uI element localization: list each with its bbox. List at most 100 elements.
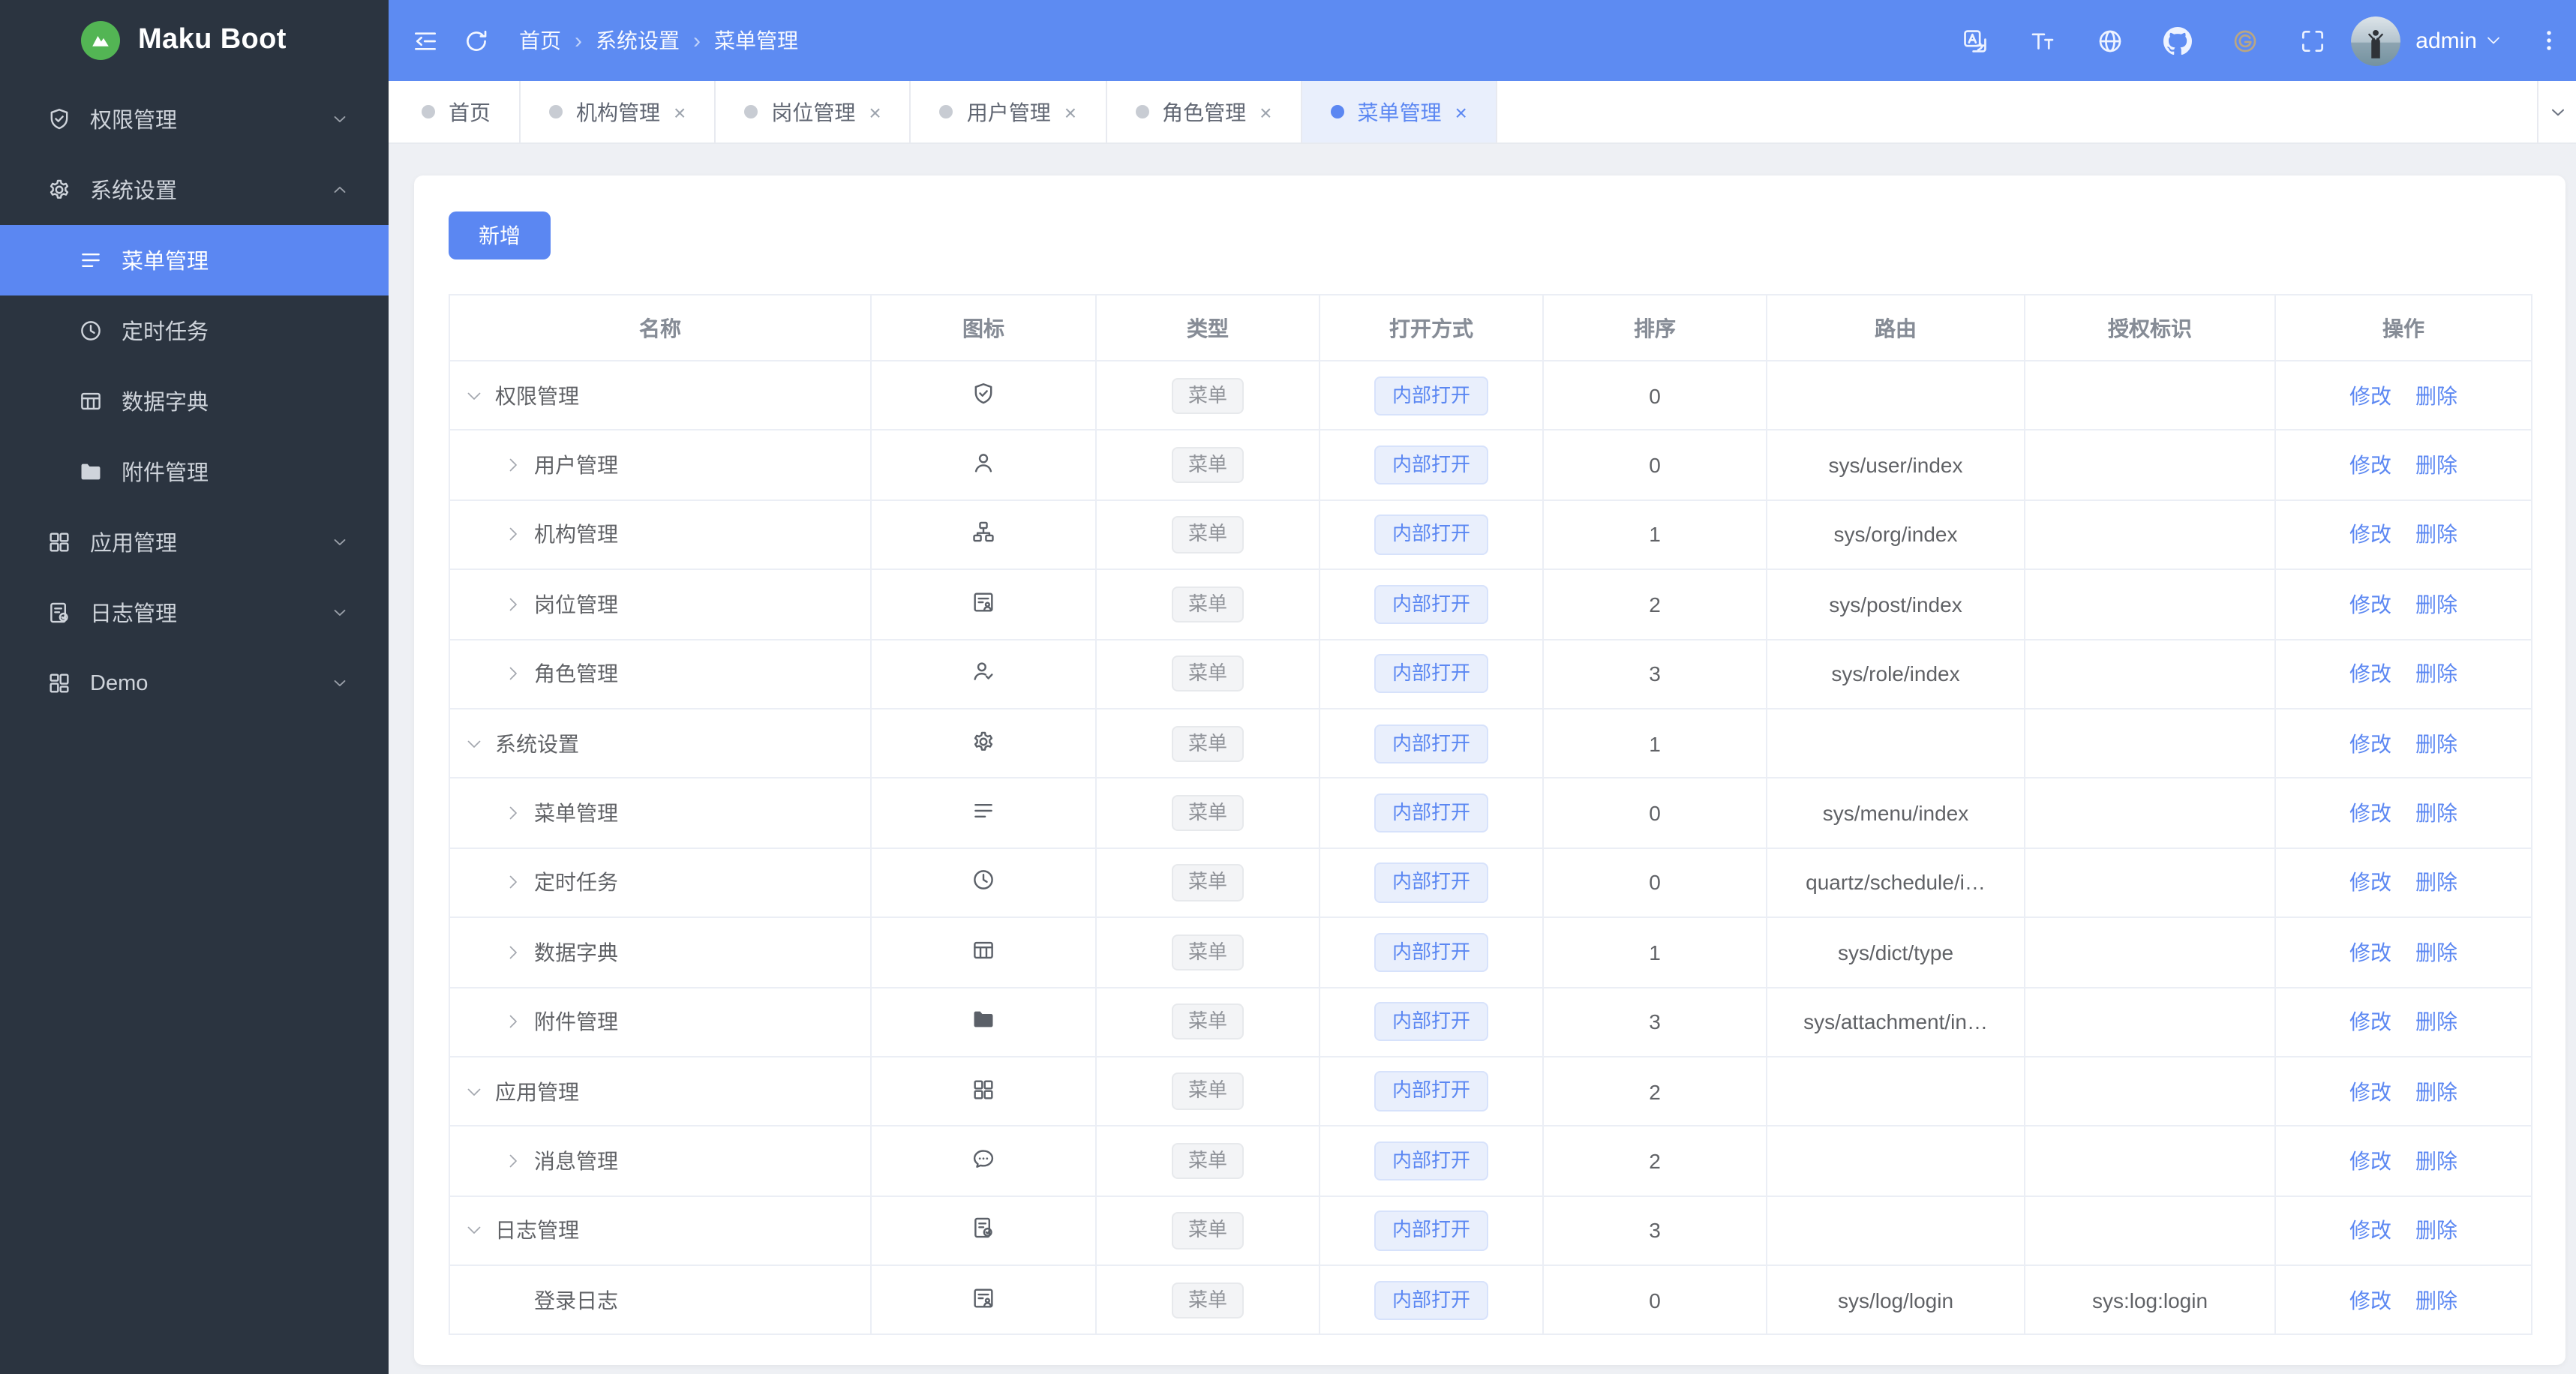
- delete-link[interactable]: 删除: [2415, 1288, 2457, 1312]
- sidebar-item-system[interactable]: 系统设置: [0, 154, 389, 225]
- delete-link[interactable]: 删除: [2415, 383, 2457, 407]
- expand-down-icon[interactable]: [465, 1222, 483, 1240]
- expand-right-icon[interactable]: [504, 665, 522, 683]
- column-header[interactable]: 名称: [449, 295, 872, 362]
- edit-link[interactable]: 修改: [2349, 453, 2391, 477]
- fullscreen-icon[interactable]: [2298, 26, 2327, 55]
- column-header[interactable]: 路由: [1767, 295, 2025, 362]
- delete-link[interactable]: 删除: [2415, 1010, 2457, 1034]
- sort-value: 0: [1543, 778, 1767, 849]
- breadcrumb-item[interactable]: 系统设置: [596, 26, 680, 56]
- font-size-icon[interactable]: [2028, 26, 2057, 55]
- github-icon[interactable]: [2163, 26, 2193, 55]
- tab-label: 机构管理: [576, 100, 660, 124]
- main-area: 首页 › 系统设置 › 菜单管理 admin 首页 机构管理 × 岗位管理 × …: [389, 0, 2576, 1374]
- edit-link[interactable]: 修改: [2349, 1288, 2391, 1312]
- expand-right-icon[interactable]: [504, 804, 522, 822]
- edit-link[interactable]: 修改: [2349, 731, 2391, 755]
- add-button[interactable]: 新增: [449, 212, 551, 260]
- tab-home[interactable]: 首页: [393, 81, 521, 142]
- translate-icon[interactable]: [1961, 26, 1989, 55]
- dict-table-icon: [971, 938, 996, 963]
- tab-close-icon[interactable]: ×: [1455, 101, 1467, 122]
- sidebar-item-schedule[interactable]: 定时任务: [0, 296, 389, 366]
- delete-link[interactable]: 删除: [2415, 662, 2457, 686]
- expand-right-icon[interactable]: [504, 1012, 522, 1030]
- tab-label: 岗位管理: [771, 100, 856, 124]
- edit-link[interactable]: 修改: [2349, 801, 2391, 825]
- username[interactable]: admin: [2415, 28, 2477, 53]
- tab-org[interactable]: 机构管理 ×: [521, 81, 716, 142]
- delete-link[interactable]: 删除: [2415, 523, 2457, 547]
- breadcrumb-item[interactable]: 首页: [519, 26, 561, 56]
- column-header[interactable]: 授权标识: [2025, 295, 2276, 362]
- expand-right-icon[interactable]: [504, 1152, 522, 1170]
- refresh-icon[interactable]: [462, 26, 491, 55]
- tab-close-icon[interactable]: ×: [674, 101, 686, 122]
- tab-role[interactable]: 角色管理 ×: [1106, 81, 1302, 142]
- delete-link[interactable]: 删除: [2415, 801, 2457, 825]
- column-header[interactable]: 类型: [1096, 295, 1320, 362]
- row-name: 应用管理: [495, 1079, 579, 1104]
- expand-down-icon[interactable]: [465, 734, 483, 752]
- brand[interactable]: Maku Boot: [0, 0, 389, 81]
- open-mode-badge: 内部打开: [1374, 514, 1488, 555]
- avatar[interactable]: [2351, 16, 2401, 65]
- edit-link[interactable]: 修改: [2349, 523, 2391, 547]
- user-caret-down-icon[interactable]: [2484, 32, 2502, 50]
- edit-link[interactable]: 修改: [2349, 383, 2391, 407]
- delete-link[interactable]: 删除: [2415, 1079, 2457, 1103]
- column-header[interactable]: 操作: [2275, 295, 2532, 362]
- delete-link[interactable]: 删除: [2415, 1219, 2457, 1243]
- delete-link[interactable]: 删除: [2415, 871, 2457, 895]
- column-header[interactable]: 排序: [1543, 295, 1767, 362]
- delete-link[interactable]: 删除: [2415, 1149, 2457, 1173]
- edit-link[interactable]: 修改: [2349, 871, 2391, 895]
- sidebar-item-attachment[interactable]: 附件管理: [0, 436, 389, 507]
- expand-down-icon[interactable]: [465, 386, 483, 404]
- breadcrumb-separator-icon: ›: [575, 28, 582, 53]
- tab-close-icon[interactable]: ×: [1064, 101, 1076, 122]
- column-header[interactable]: 打开方式: [1320, 295, 1544, 362]
- tab-dot-icon: [422, 105, 435, 118]
- expand-right-icon[interactable]: [504, 596, 522, 614]
- delete-link[interactable]: 删除: [2415, 453, 2457, 477]
- edit-link[interactable]: 修改: [2349, 1010, 2391, 1034]
- tab-close-icon[interactable]: ×: [869, 101, 881, 122]
- row-name: 数据字典: [534, 940, 618, 964]
- kebab-menu-icon[interactable]: [2535, 27, 2562, 54]
- tab-menu[interactable]: 菜单管理 ×: [1302, 81, 1497, 142]
- expand-down-icon[interactable]: [465, 1082, 483, 1100]
- tab-post[interactable]: 岗位管理 ×: [716, 81, 911, 142]
- collapse-sidebar-icon[interactable]: [411, 26, 440, 55]
- column-header[interactable]: 图标: [871, 295, 1097, 362]
- edit-link[interactable]: 修改: [2349, 1219, 2391, 1243]
- sidebar-item-demo[interactable]: Demo: [0, 648, 389, 718]
- expand-right-icon[interactable]: [504, 944, 522, 962]
- delete-link[interactable]: 删除: [2415, 940, 2457, 964]
- delete-link[interactable]: 删除: [2415, 592, 2457, 616]
- sidebar-item-dict[interactable]: 数据字典: [0, 366, 389, 436]
- sidebar-item-app[interactable]: 应用管理: [0, 507, 389, 578]
- edit-link[interactable]: 修改: [2349, 592, 2391, 616]
- brand-title: Maku Boot: [138, 24, 287, 56]
- tab-user[interactable]: 用户管理 ×: [911, 81, 1107, 142]
- sort-value: 2: [1543, 569, 1767, 640]
- route-value: [1767, 1196, 2025, 1267]
- sidebar-item-permission[interactable]: 权限管理: [0, 84, 389, 154]
- edit-link[interactable]: 修改: [2349, 662, 2391, 686]
- globe-icon[interactable]: [2096, 26, 2124, 55]
- edit-link[interactable]: 修改: [2349, 1149, 2391, 1173]
- delete-link[interactable]: 删除: [2415, 731, 2457, 755]
- expand-right-icon[interactable]: [504, 526, 522, 544]
- expand-right-icon[interactable]: [504, 874, 522, 892]
- edit-link[interactable]: 修改: [2349, 940, 2391, 964]
- sidebar-item-log[interactable]: 日志管理: [0, 578, 389, 648]
- gitee-icon[interactable]: [2231, 26, 2259, 55]
- breadcrumb-item[interactable]: 菜单管理: [714, 26, 798, 56]
- tabs-dropdown-button[interactable]: [2537, 81, 2576, 142]
- edit-link[interactable]: 修改: [2349, 1079, 2391, 1103]
- tab-close-icon[interactable]: ×: [1259, 101, 1271, 122]
- expand-right-icon[interactable]: [504, 456, 522, 474]
- sidebar-item-menu[interactable]: 菜单管理: [0, 225, 389, 296]
